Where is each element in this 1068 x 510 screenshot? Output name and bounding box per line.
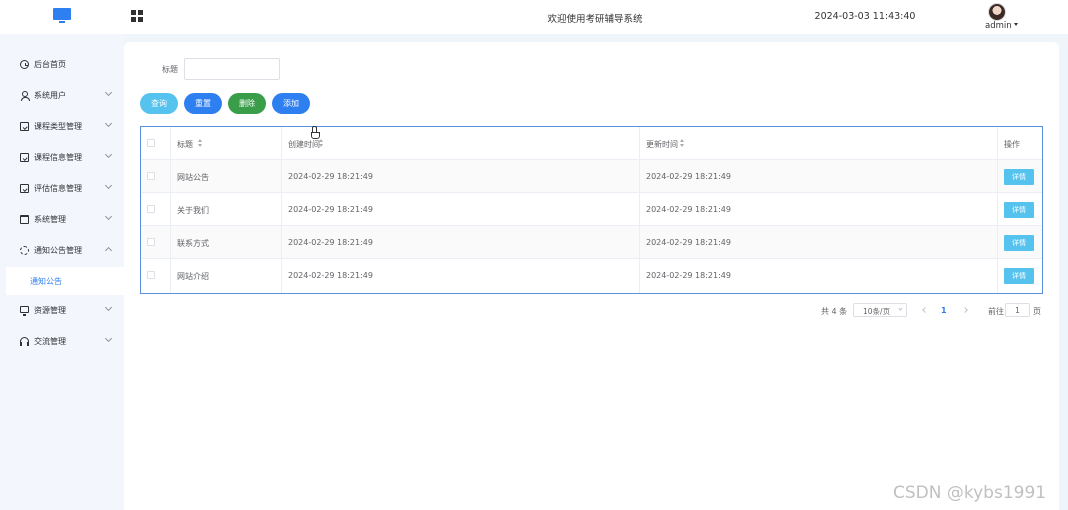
sidebar-item-course-types[interactable]: 课程类型管理 [0, 111, 124, 142]
username: admin [985, 21, 1012, 31]
detail-button[interactable]: 详情 [1004, 235, 1034, 251]
table-row[interactable]: 网站介绍 2024-02-29 18:21:49 2024-02-29 18:2… [141, 259, 1042, 293]
chevron-down-icon [104, 181, 113, 190]
sidebar-item-label: 课程信息管理 [34, 153, 82, 162]
sidebar-item-communication[interactable]: 交流管理 [0, 326, 124, 357]
page-size-select[interactable]: 10条/页 [853, 303, 907, 317]
sidebar-item-assessment-info[interactable]: 评估信息管理 [0, 173, 124, 204]
reset-button[interactable]: 重置 [184, 93, 222, 114]
sidebar-item-notice-admin[interactable]: 通知公告管理 [0, 235, 124, 266]
table-row[interactable]: 联系方式 2024-02-29 18:21:49 2024-02-29 18:2… [141, 226, 1042, 259]
menu-toggle-grid-icon[interactable] [131, 10, 144, 22]
pagination-current-page[interactable]: 1 [941, 306, 947, 315]
table-row[interactable]: 关于我们 2024-02-29 18:21:49 2024-02-29 18:2… [141, 193, 1042, 226]
chevron-down-icon [104, 212, 113, 221]
sort-icon[interactable] [680, 139, 685, 148]
row-checkbox[interactable] [147, 271, 155, 279]
chevron-up-icon [104, 246, 113, 255]
pagination-total: 共 4 条 [821, 307, 848, 316]
row-checkbox[interactable] [147, 172, 155, 180]
column-header-operation: 操作 [1004, 140, 1020, 149]
row-updated-time: 2024-02-29 18:21:49 [646, 172, 731, 181]
watermark: CSDN @kybs1991 [893, 483, 1047, 503]
sidebar-item-label: 后台首页 [34, 60, 66, 69]
row-title: 网站公告 [177, 173, 209, 182]
top-header: 欢迎使用考研辅导系统 2024-03-03 11:43:40 admin [0, 0, 1068, 34]
pagination-goto-unit: 页 [1033, 307, 1041, 316]
main-panel: 标题 查询 重置 删除 添加 标题 创建时间 更新时间 操作 网站公告 2024… [124, 42, 1059, 510]
sidebar-item-label: 系统管理 [34, 215, 66, 224]
chevron-down-icon [104, 119, 113, 128]
sidebar-item-label: 通知公告管理 [34, 246, 82, 255]
row-title: 关于我们 [177, 206, 209, 215]
row-checkbox[interactable] [147, 238, 155, 246]
sidebar-subitem-label: 通知公告 [30, 277, 62, 286]
sort-icon[interactable] [319, 139, 324, 148]
site-title: 欢迎使用考研辅导系统 [547, 14, 643, 25]
row-updated-time: 2024-02-29 18:21:49 [646, 205, 731, 214]
sidebar-item-course-info[interactable]: 课程信息管理 [0, 142, 124, 173]
clock-icon [20, 60, 29, 69]
detail-button[interactable]: 详情 [1004, 202, 1034, 218]
detail-button[interactable]: 详情 [1004, 268, 1034, 284]
search-title-input[interactable] [184, 58, 280, 80]
search-title-label: 标题 [162, 65, 178, 74]
sidebar-item-system-admin[interactable]: 系统管理 [0, 204, 124, 235]
row-created-time: 2024-02-29 18:21:49 [288, 238, 373, 247]
chevron-down-icon [104, 88, 113, 97]
row-created-time: 2024-02-29 18:21:49 [288, 205, 373, 214]
checkbox-icon [20, 122, 29, 131]
sidebar-item-label: 系统用户 [34, 91, 66, 100]
column-header-title[interactable]: 标题 [171, 127, 282, 159]
query-button[interactable]: 查询 [140, 93, 178, 114]
chevron-down-icon [104, 303, 113, 312]
user-menu[interactable]: admin [985, 21, 1018, 31]
caret-down-icon [1013, 23, 1018, 26]
sidebar-subitem-notices[interactable]: 通知公告 [6, 267, 124, 295]
chevron-down-icon [104, 334, 113, 343]
avatar[interactable] [988, 3, 1006, 21]
table-header-row: 标题 创建时间 更新时间 操作 [141, 127, 1042, 160]
row-created-time: 2024-02-29 18:21:49 [288, 172, 373, 181]
sidebar-item-label: 交流管理 [34, 337, 66, 346]
monitor-logo-icon [53, 8, 71, 24]
sidebar-item-label: 课程类型管理 [34, 122, 82, 131]
sidebar-item-resources[interactable]: 资源管理 [0, 295, 124, 326]
row-title: 联系方式 [177, 239, 209, 248]
megaphone-icon [20, 246, 29, 255]
notice-table: 标题 创建时间 更新时间 操作 网站公告 2024-02-29 18:21:49… [140, 126, 1043, 294]
chevron-down-icon [104, 150, 113, 159]
sidebar-item-label: 评估信息管理 [34, 184, 82, 193]
column-header-updated[interactable]: 更新时间 [640, 127, 998, 159]
checkbox-icon [20, 184, 29, 193]
detail-button[interactable]: 详情 [1004, 169, 1034, 185]
user-icon [20, 91, 30, 101]
hand-cursor-icon [311, 126, 320, 139]
pagination-goto-label: 前往 [988, 307, 1004, 316]
folder-icon [20, 215, 29, 224]
delete-button[interactable]: 删除 [228, 93, 266, 114]
add-button[interactable]: 添加 [272, 93, 310, 114]
sort-icon[interactable] [198, 139, 203, 148]
sidebar: 后台首页 系统用户 课程类型管理 课程信息管理 评估信息管理 系统管理 通知公告… [0, 34, 124, 510]
headset-icon [20, 337, 29, 346]
checkbox-icon [20, 153, 29, 162]
column-header-created[interactable]: 创建时间 [282, 127, 640, 159]
row-created-time: 2024-02-29 18:21:49 [288, 271, 373, 280]
prev-page-icon[interactable] [921, 306, 927, 314]
current-datetime: 2024-03-03 11:43:40 [814, 11, 916, 22]
table-row[interactable]: 网站公告 2024-02-29 18:21:49 2024-02-29 18:2… [141, 160, 1042, 193]
next-page-icon[interactable] [963, 306, 969, 314]
row-title: 网站介绍 [177, 272, 209, 281]
row-checkbox[interactable] [147, 205, 155, 213]
row-updated-time: 2024-02-29 18:21:49 [646, 271, 731, 280]
sidebar-item-label: 资源管理 [34, 306, 66, 315]
select-all-checkbox[interactable] [147, 139, 155, 147]
monitor-icon [20, 306, 29, 316]
row-updated-time: 2024-02-29 18:21:49 [646, 238, 731, 247]
sidebar-item-system-users[interactable]: 系统用户 [0, 80, 124, 111]
sidebar-item-home[interactable]: 后台首页 [0, 49, 124, 80]
chevron-down-icon [898, 306, 903, 311]
pagination-goto-input[interactable] [1005, 303, 1030, 317]
